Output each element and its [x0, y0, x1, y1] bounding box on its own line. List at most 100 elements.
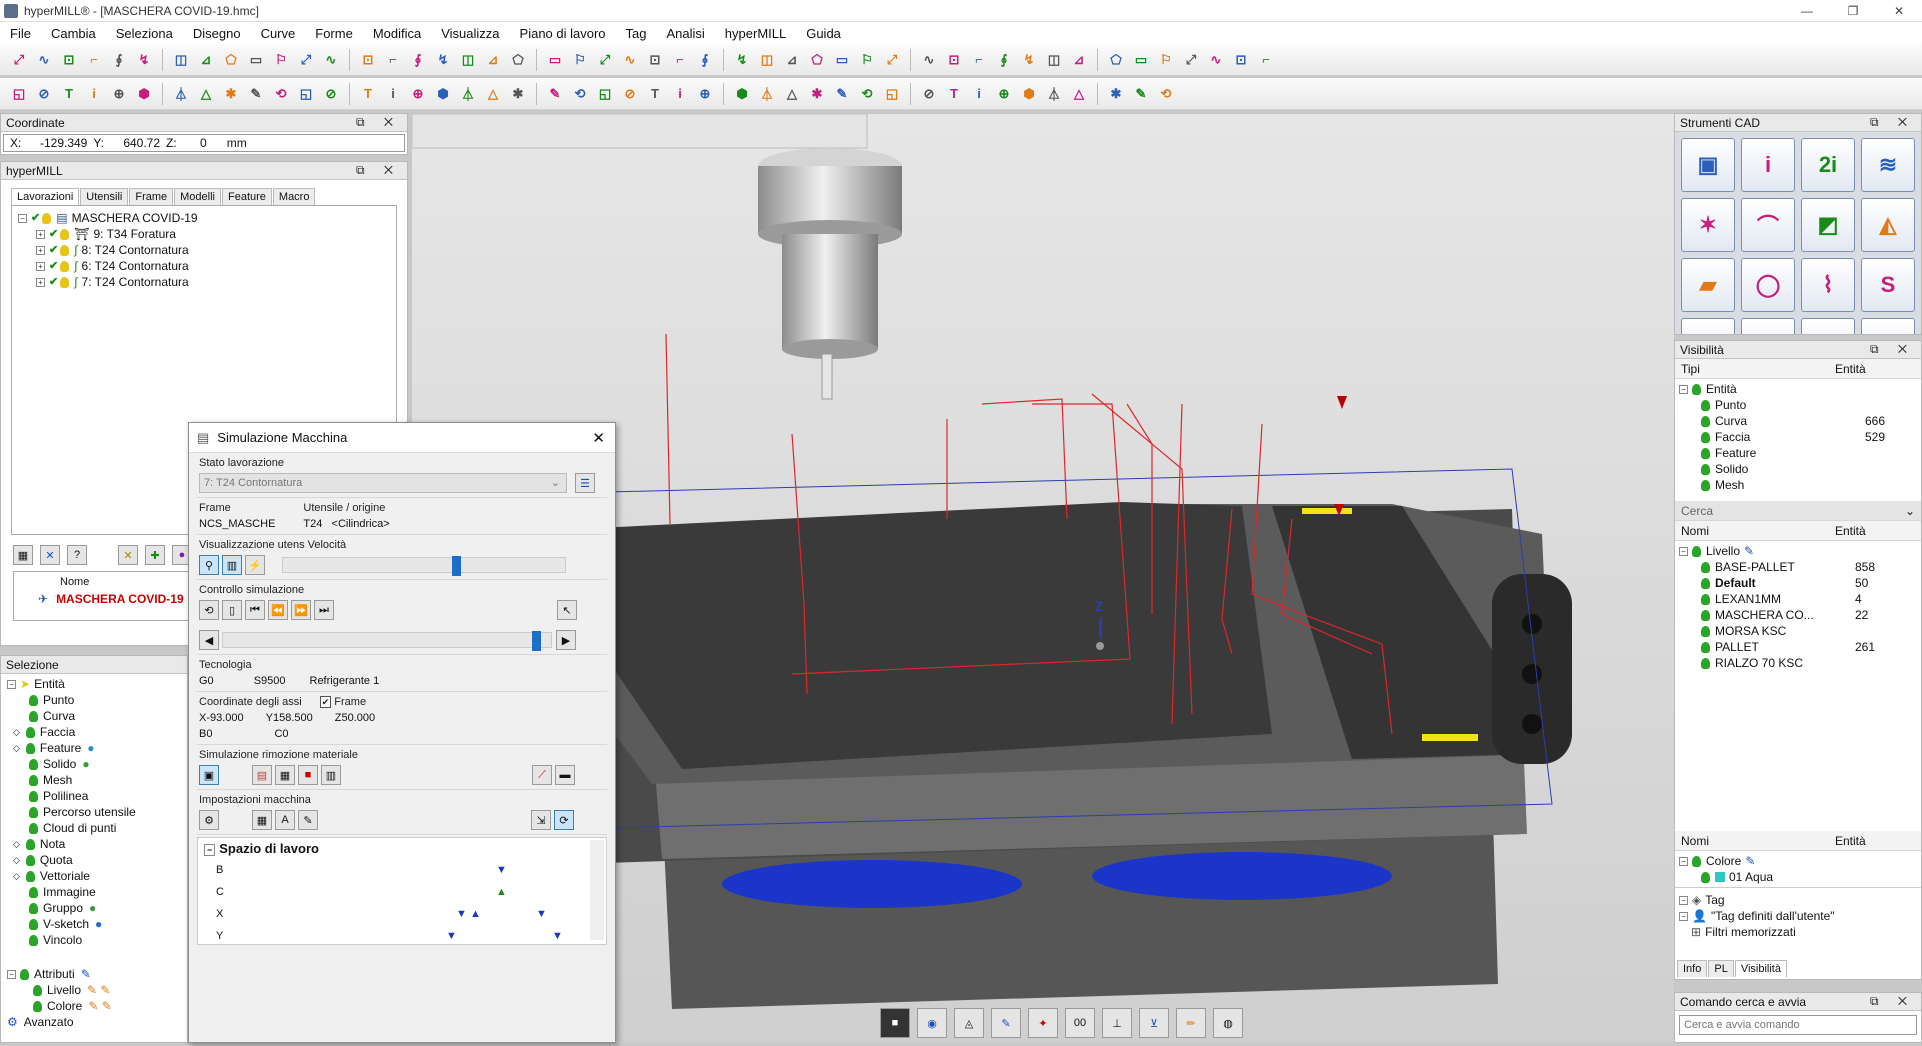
toolbar-tool-icon[interactable]: ◫: [457, 49, 479, 71]
rewind-icon[interactable]: ⏪: [268, 600, 288, 620]
avanzato-row[interactable]: ⚙ Avanzato: [7, 1014, 112, 1030]
menu-analisi[interactable]: Analisi: [657, 26, 715, 41]
toolbar-tool-icon[interactable]: ⊘: [918, 83, 940, 105]
livello-row[interactable]: − Livello ✎: [1679, 543, 1917, 559]
job-row[interactable]: + ✔ ∫ 6: T24 Contornatura: [18, 258, 390, 274]
menu-modifica[interactable]: Modifica: [363, 26, 431, 41]
level-row[interactable]: Default 50: [1679, 575, 1917, 591]
step-icon[interactable]: ▯: [222, 600, 242, 620]
more-tool-icon[interactable]: ▂: [1741, 318, 1795, 334]
toolbar-tool-icon[interactable]: ⌐: [1255, 49, 1277, 71]
toolbar-tool-icon[interactable]: ✎: [831, 83, 853, 105]
entity-row[interactable]: Solido: [1679, 461, 1917, 477]
toolbar-tool-icon[interactable]: i: [968, 83, 990, 105]
toolbar-tool-icon[interactable]: ↯: [133, 49, 155, 71]
toolbar-tool-icon[interactable]: ⊿: [195, 49, 217, 71]
toolbar-tool-icon[interactable]: ⤢: [1180, 49, 1202, 71]
selection-item[interactable]: Curva: [7, 708, 181, 724]
toolbar-tool-icon[interactable]: △: [1068, 83, 1090, 105]
toolbar-tool-icon[interactable]: ⊕: [993, 83, 1015, 105]
toolbar-tool-icon[interactable]: ⌐: [968, 49, 990, 71]
menu-curve[interactable]: Curve: [251, 26, 306, 41]
toolbar-tool-icon[interactable]: ∿: [33, 49, 55, 71]
toolbar-tool-icon[interactable]: △: [195, 83, 217, 105]
toolbar-tool-icon[interactable]: ⊕: [694, 83, 716, 105]
toolbar-tool-icon[interactable]: i: [669, 83, 691, 105]
entity-row[interactable]: Mesh: [1679, 477, 1917, 493]
toolbar-tool-icon[interactable]: ∿: [320, 49, 342, 71]
collapse-icon[interactable]: −: [7, 969, 16, 979]
level-row[interactable]: PALLET 261: [1679, 639, 1917, 655]
toolbar-tool-icon[interactable]: ⏃: [1043, 83, 1065, 105]
collapse-icon[interactable]: −: [1679, 911, 1688, 921]
star-icon[interactable]: ✦: [1028, 1008, 1058, 1038]
toolbar-tool-icon[interactable]: ⬠: [1105, 49, 1127, 71]
toolbar-tool-icon[interactable]: ⊡: [357, 49, 379, 71]
job-row[interactable]: + ✔ ∫ 8: T24 Contornatura: [18, 242, 390, 258]
cerca-bar[interactable]: Cerca ⌄: [1675, 501, 1921, 521]
trim-icon[interactable]: ⟋: [1681, 318, 1735, 334]
tab-info[interactable]: Info: [1677, 960, 1708, 977]
toolbar-tool-icon[interactable]: ⏃: [756, 83, 778, 105]
panel-pin-close-icons[interactable]: ⧉ ✕: [1870, 994, 1915, 1009]
progress-slider[interactable]: [222, 631, 552, 651]
pointer-icon[interactable]: ↖: [557, 600, 577, 620]
toolbar-tool-icon[interactable]: ✱: [507, 83, 529, 105]
toolbar-tool-icon[interactable]: ◫: [756, 49, 778, 71]
selection-item[interactable]: Solido ●: [7, 756, 181, 772]
pen-icon[interactable]: ✏: [1176, 1008, 1206, 1038]
toolbar-tool-icon[interactable]: ⌐: [382, 49, 404, 71]
toolbar-tool-icon[interactable]: ◫: [1043, 49, 1065, 71]
toolbar-tool-icon[interactable]: ∮: [694, 49, 716, 71]
toolbar-tool-icon[interactable]: ⊿: [482, 49, 504, 71]
toolbar-tool-icon[interactable]: ⏃: [170, 83, 192, 105]
tool-display-icon[interactable]: ⚲: [199, 555, 219, 575]
tool-x-icon[interactable]: ✕: [118, 545, 138, 565]
toolbar-tool-icon[interactable]: ⬢: [432, 83, 454, 105]
tab-frame[interactable]: Frame: [129, 188, 174, 205]
toolbar-tool-icon[interactable]: ✎: [245, 83, 267, 105]
tab-modelli[interactable]: Modelli: [174, 188, 221, 205]
next-icon[interactable]: ▶: [556, 630, 576, 650]
toolbar-tool-icon[interactable]: ⟲: [1155, 83, 1177, 105]
tree-root[interactable]: − ✔ ▤ MASCHERA COVID-19: [18, 210, 390, 226]
toolbar-tool-icon[interactable]: ⊡: [1230, 49, 1252, 71]
speed-slider[interactable]: [282, 556, 566, 576]
expand-icon[interactable]: +: [36, 229, 45, 239]
menu-seleziona[interactable]: Seleziona: [106, 26, 183, 41]
toolbar-tool-icon[interactable]: ⟲: [569, 83, 591, 105]
toolbar-tool-icon[interactable]: ⊡: [58, 49, 80, 71]
toolbar-tool-icon[interactable]: ⊿: [781, 49, 803, 71]
maximize-button[interactable]: ❐: [1830, 0, 1876, 22]
reset-icon[interactable]: ⟲: [199, 600, 219, 620]
toolbar-tool-icon[interactable]: ⊕: [108, 83, 130, 105]
toolbar-tool-icon[interactable]: ◱: [881, 83, 903, 105]
refresh-icon[interactable]: ⟳: [554, 810, 574, 830]
scrollbar[interactable]: [590, 840, 604, 940]
entity-row[interactable]: Feature: [1679, 445, 1917, 461]
circle-r-icon[interactable]: ◯: [1741, 258, 1795, 312]
delete-icon[interactable]: ✕: [40, 545, 60, 565]
menu-tag[interactable]: Tag: [616, 26, 657, 41]
toolbar-tool-icon[interactable]: ◱: [594, 83, 616, 105]
sweep-icon[interactable]: ◭: [1861, 198, 1915, 252]
toolbar-tool-icon[interactable]: ∿: [1205, 49, 1227, 71]
expand-icon[interactable]: +: [36, 277, 45, 287]
selection-item[interactable]: ◇ Vettoriale: [7, 868, 181, 884]
solid-icon[interactable]: ▣: [1681, 138, 1735, 192]
tree-root[interactable]: − ➤ Entità: [7, 676, 181, 692]
tree-root[interactable]: − Entità: [1679, 381, 1917, 397]
toolbar-tool-icon[interactable]: T: [357, 83, 379, 105]
toolbar-tool-icon[interactable]: ↯: [731, 49, 753, 71]
toolbar-tool-icon[interactable]: ⊡: [943, 49, 965, 71]
toolbar-tool-icon[interactable]: ◱: [295, 83, 317, 105]
holder-display-icon[interactable]: ▥: [222, 555, 242, 575]
export-icon[interactable]: ⇲: [531, 810, 551, 830]
panel-pin-close-icons[interactable]: ⧉ ✕: [356, 115, 401, 130]
zero-icon[interactable]: 00: [1065, 1008, 1095, 1038]
progress-slider-thumb[interactable]: [532, 631, 542, 651]
toolbar-tool-icon[interactable]: ⤢: [594, 49, 616, 71]
ruler-icon[interactable]: ⟋: [532, 765, 552, 785]
globe-icon[interactable]: ◉: [917, 1008, 947, 1038]
new-job-icon[interactable]: ▦: [13, 545, 33, 565]
